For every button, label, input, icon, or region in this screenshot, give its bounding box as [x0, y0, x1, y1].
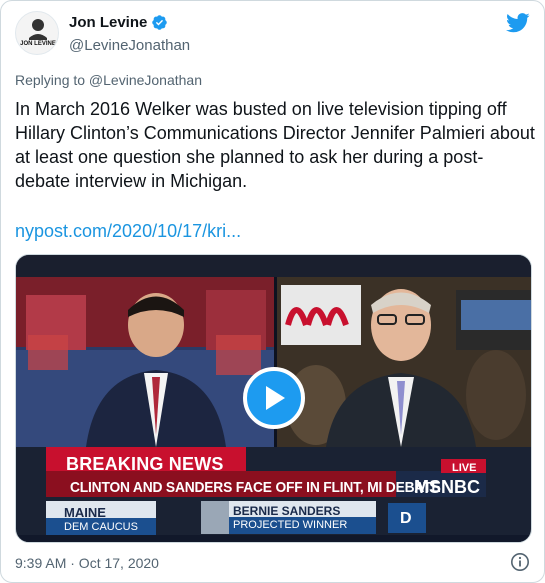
- article-link[interactable]: nypost.com/2020/10/17/kri...: [15, 221, 241, 242]
- author-name[interactable]: Jon Levine: [69, 14, 147, 31]
- twitter-bird-icon[interactable]: [506, 13, 530, 33]
- candidate-label: BERNIE SANDERS: [233, 504, 341, 518]
- author-handle[interactable]: @LevineJonathan: [69, 37, 190, 54]
- breaking-news-label: BREAKING NEWS: [66, 454, 224, 474]
- author-name-row: Jon Levine: [69, 14, 168, 31]
- avatar-logo-text: JON LEVINE: [20, 41, 56, 47]
- info-icon[interactable]: [510, 552, 530, 572]
- verified-badge-icon: [152, 15, 168, 30]
- result-label: PROJECTED WINNER: [233, 519, 348, 531]
- play-icon: [266, 386, 285, 410]
- tweet-timestamp[interactable]: 9:39 AM · Oct 17, 2020: [15, 555, 159, 571]
- play-button[interactable]: [243, 367, 305, 429]
- live-label: LIVE: [452, 462, 477, 474]
- network-logo: MSNBC: [414, 477, 480, 497]
- chyron-headline: CLINTON AND SANDERS FACE OFF IN FLINT, M…: [70, 479, 441, 496]
- avatar-portrait: [29, 19, 47, 40]
- avatar[interactable]: JON LEVINE: [15, 11, 59, 55]
- state-label: MAINE: [64, 505, 106, 520]
- video-player[interactable]: BREAKING NEWS LIVE CLINTON AND SANDERS F…: [15, 254, 532, 543]
- caucus-label: DEM CAUCUS: [64, 521, 138, 533]
- tweet-card: JON LEVINE Jon Levine @LevineJonathan Re…: [0, 0, 545, 583]
- party-label: D: [400, 510, 412, 527]
- tweet-text: In March 2016 Welker was busted on live …: [15, 99, 535, 191]
- reply-context[interactable]: Replying to @LevineJonathan: [15, 72, 202, 88]
